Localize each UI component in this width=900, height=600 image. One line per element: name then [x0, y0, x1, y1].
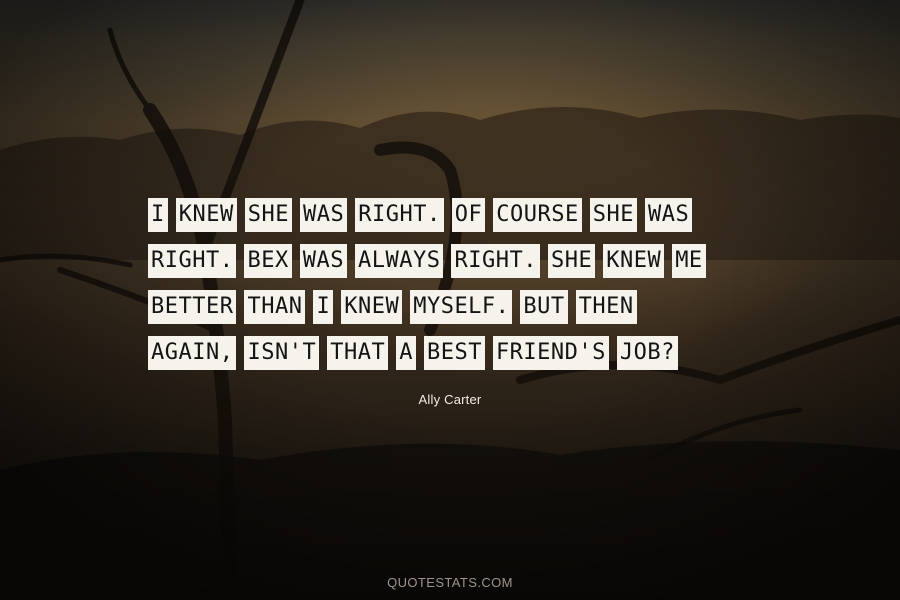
quote-word: ISN'T [244, 336, 320, 370]
quote-word: WAS [299, 198, 348, 232]
quote-word: SHE [244, 198, 292, 232]
quote-word: RIGHT. [451, 244, 540, 278]
quote-line: I KNEW SHE WAS RIGHT. OF COURSE SHE WAS [148, 192, 768, 238]
quote-word: KNEW [341, 290, 403, 324]
quote-word: A [396, 336, 416, 370]
quote-word: ALWAYS [354, 244, 444, 278]
quote-word: MYSELF. [410, 290, 513, 324]
quote-author: Ally Carter [418, 392, 482, 407]
quote-card: I KNEW SHE WAS RIGHT. OF COURSE SHE WAS RIGHT. BEX… [0, 0, 900, 600]
quote-word: BEX [244, 244, 292, 278]
quote-word: BETTER [148, 290, 237, 324]
quote-word: I [313, 290, 334, 324]
quote-word: WAS [644, 198, 693, 232]
quote-word: COURSE [493, 198, 582, 232]
quote-word: THEN [575, 290, 637, 324]
quote-word: ME [672, 244, 706, 278]
quote-word: BUT [520, 290, 568, 324]
quote-text: I KNEW SHE WAS RIGHT. OF COURSE SHE WAS RIGHT. BEX… [148, 192, 768, 376]
site-watermark: QUOTESTATS.COM [387, 575, 513, 590]
quote-word: KNEW [603, 244, 665, 278]
quote-word: THAN [244, 290, 306, 324]
quote-word: WAS [299, 244, 347, 278]
quote-line: BETTER THAN I KNEW MYSELF. BUT THEN [148, 284, 768, 330]
quote-word: RIGHT. [355, 198, 444, 232]
quote-word: RIGHT. [148, 244, 237, 278]
quote-word: JOB? [616, 336, 678, 370]
quote-word: SHE [589, 198, 637, 232]
quote-line: AGAIN, ISN'T THAT A BEST FRIEND'S JOB? [148, 330, 768, 376]
quote-word: THAT [327, 336, 389, 370]
quote-word: BEST [423, 336, 485, 370]
quote-word: FRIEND'S [492, 336, 609, 370]
quote-line: RIGHT. BEX WAS ALWAYS RIGHT. SHE KNEW ME [148, 238, 768, 284]
quote-word: SHE [547, 244, 596, 278]
quote-word: AGAIN, [148, 336, 237, 370]
quote-word: I [148, 198, 168, 232]
quote-word: KNEW [175, 198, 237, 232]
quote-word: OF [451, 198, 486, 232]
